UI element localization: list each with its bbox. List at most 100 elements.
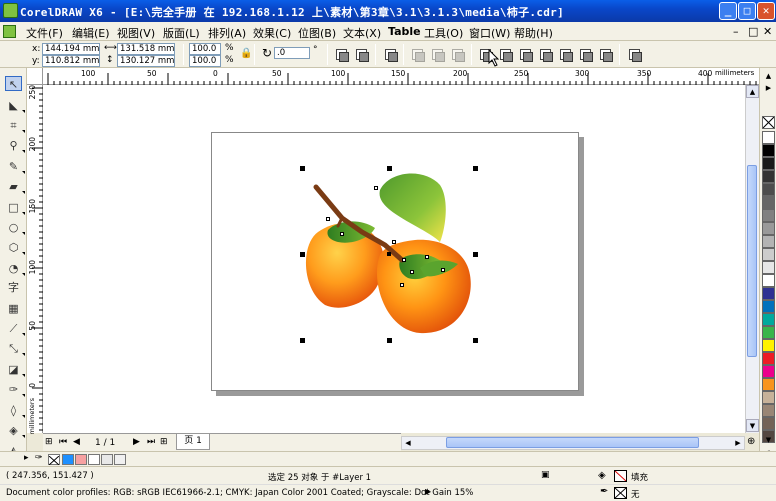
palette-swatch[interactable] [762,339,775,352]
create-boundary-icon[interactable] [598,47,613,62]
trim-icon[interactable] [498,47,513,62]
height-field[interactable]: 130.127 mm [117,55,175,67]
first-page-icon[interactable]: ⏮ [59,437,67,447]
palette-swatch[interactable] [762,183,775,196]
menu-window[interactable]: 窗口(W) [469,25,510,41]
palette-flyout-icon[interactable]: ▶ [763,84,774,92]
pick-tool-icon[interactable]: ↖ [5,76,22,91]
x-position-field[interactable]: 144.194 mm [42,43,100,55]
menu-text[interactable]: 文本(X) [343,25,381,41]
basic-shapes-tool-icon[interactable]: ◔ [5,261,25,276]
selection-handle-se[interactable] [473,338,478,343]
selection-handle-sw[interactable] [300,338,305,343]
scroll-down-arrow-icon[interactable]: ▼ [746,419,759,432]
polygon-tool-icon[interactable]: ⬡ [5,240,25,255]
menu-help[interactable]: 帮助(H) [514,25,553,41]
selection-handle-nw[interactable] [300,166,305,171]
doc-palette-swatch[interactable] [101,454,113,465]
profiles-flyout-icon[interactable]: ▶ [425,487,431,496]
palette-swatch[interactable] [762,248,775,261]
page-tab-1[interactable]: 页 1 [176,434,210,450]
doc-restore-button[interactable]: □ [748,25,758,38]
scroll-left-arrow-icon[interactable]: ◀ [402,437,414,449]
mirror-horizontal-icon[interactable] [334,47,349,62]
table-tool-icon[interactable]: ▦ [5,301,22,316]
previous-page-icon[interactable]: ◀ [73,437,80,447]
palette-no-color-swatch[interactable] [762,116,775,129]
lock-ratio-icon[interactable]: 🔒 [240,48,252,59]
y-position-field[interactable]: 110.812 mm [42,55,100,67]
eyedropper-tool-icon[interactable]: ✑ [5,382,25,397]
next-page-icon[interactable]: ▶ [133,437,140,447]
ellipse-tool-icon[interactable]: ○ [5,220,25,235]
object-node[interactable] [441,268,445,272]
palette-swatch[interactable] [762,131,775,144]
width-field[interactable]: 131.518 mm [117,43,175,55]
palette-swatch[interactable] [762,287,775,300]
palette-scroll-up-icon[interactable]: ▲ [763,72,774,80]
menu-effects[interactable]: 效果(C) [253,25,291,41]
menu-layout[interactable]: 版面(L) [163,25,200,41]
add-page-icon[interactable]: ⊞ [160,437,168,447]
doc-palette-swatch[interactable] [88,454,100,465]
top-leaf[interactable] [379,173,446,242]
back-minus-front-icon[interactable] [578,47,593,62]
object-node[interactable] [374,186,378,190]
doc-minimize-button[interactable]: – [733,25,739,38]
object-node[interactable] [392,240,396,244]
palette-swatch[interactable] [762,391,775,404]
document-color-profiles[interactable]: Document color profiles: RGB: sRGB IEC61… [6,488,473,498]
menu-view[interactable]: 视图(V) [117,25,155,41]
horizontal-scroll-thumb[interactable] [446,437,699,448]
minimize-button[interactable]: _ [719,2,737,20]
palette-swatch[interactable] [762,417,775,430]
selection-handle-e[interactable] [473,252,478,257]
vertical-ruler[interactable]: 250 200 150 100 50 0 millimeters [27,85,43,435]
menu-edit[interactable]: 编辑(E) [72,25,110,41]
coreldraw-app-icon[interactable] [3,3,18,18]
ruler-origin[interactable] [27,68,43,85]
palette-swatch[interactable] [762,209,775,222]
blend-tool-icon[interactable]: ◪ [5,362,25,377]
palette-swatch[interactable] [762,404,775,417]
scroll-up-arrow-icon[interactable]: ▲ [746,85,759,98]
scale-y-field[interactable]: 100.0 [189,55,221,67]
navigator-zoom-icon[interactable]: ⊕ [747,436,755,447]
selection-center-mark[interactable] [387,252,391,256]
palette-swatch[interactable] [762,313,775,326]
fill-swatch[interactable] [614,470,627,482]
outline-tool-icon[interactable]: ◊ [5,403,25,418]
object-node[interactable] [425,255,429,259]
title-bar[interactable]: CorelDRAW X6 - [E:\完全手册 在 192.168.1.12 上… [0,0,776,22]
palette-swatch[interactable] [762,261,775,274]
page-options-icon[interactable]: ⊞ [45,437,53,447]
close-button[interactable]: ✕ [757,2,775,20]
palette-swatch[interactable] [762,365,775,378]
doc-palette-swatch[interactable] [62,454,74,465]
menu-tools[interactable]: 工具(O) [424,25,463,41]
object-node[interactable] [410,270,414,274]
outline-swatch[interactable] [614,487,627,499]
palette-swatch[interactable] [762,352,775,365]
palette-scroll-down-icon[interactable]: ▼ [763,436,774,444]
intersect-icon[interactable] [518,47,533,62]
object-node[interactable] [402,258,406,262]
last-page-icon[interactable]: ⏭ [147,437,155,447]
doc-palette-swatch[interactable] [114,454,126,465]
menu-arrange[interactable]: 排列(A) [208,25,246,41]
selection-handle-s[interactable] [387,338,392,343]
document-icon[interactable] [3,25,16,38]
vertical-scroll-thumb[interactable] [747,165,757,357]
doc-palette-eyedropper-icon[interactable]: ✑ [35,453,43,463]
selection-handle-w[interactable] [300,252,305,257]
connector-tool-icon[interactable]: ⤡ [5,341,25,356]
palette-swatch[interactable] [762,196,775,209]
break-apart-icon[interactable] [430,47,445,62]
palette-swatch[interactable] [762,378,775,391]
fill-tool-icon[interactable]: ◈ [5,423,25,438]
doc-palette-swatch[interactable] [75,454,87,465]
freehand-tool-icon[interactable]: ✎ [5,159,25,174]
doc-palette-menu-icon[interactable]: ▸ [24,453,29,463]
right-persimmon[interactable] [376,239,471,334]
palette-swatch[interactable] [762,157,775,170]
